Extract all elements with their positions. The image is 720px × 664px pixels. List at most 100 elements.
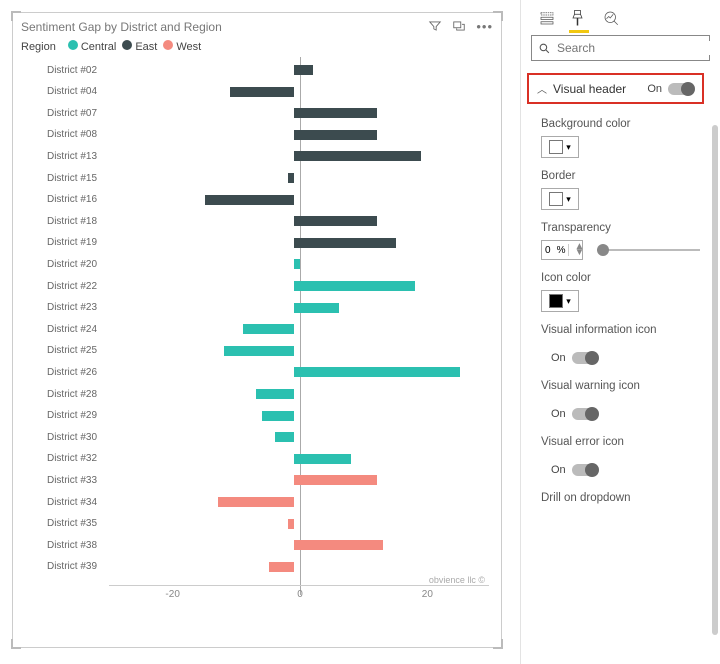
- bar-area: [103, 150, 489, 162]
- search-box[interactable]: [531, 35, 710, 61]
- legend-swatch: [68, 40, 78, 50]
- chart-row: District #38: [13, 536, 489, 554]
- bar-area: [103, 366, 489, 378]
- chart-row: District #34: [13, 493, 489, 511]
- bar[interactable]: [275, 432, 294, 442]
- prop-visual-warning-icon: Visual warning icon: [521, 374, 710, 404]
- bar[interactable]: [294, 130, 377, 140]
- bar[interactable]: [205, 195, 294, 205]
- color-sample: [549, 140, 563, 154]
- slider-knob[interactable]: [597, 244, 609, 256]
- transparency-unit: %: [554, 245, 569, 256]
- scrollbar[interactable]: [712, 125, 718, 635]
- category-label: District #25: [13, 345, 103, 356]
- bar-area: [103, 107, 489, 119]
- background-color-picker[interactable]: ▾: [541, 136, 579, 158]
- chart-row: District #22: [13, 277, 489, 295]
- bar[interactable]: [294, 108, 377, 118]
- axis-tick-label: -20: [165, 589, 179, 600]
- bar[interactable]: [262, 411, 294, 421]
- visual-warn-toggle[interactable]: On: [551, 408, 700, 420]
- prop-label: Visual information icon: [541, 324, 700, 336]
- bar[interactable]: [294, 367, 460, 377]
- visual-header: Sentiment Gap by District and Region •••: [13, 13, 501, 34]
- prop-border: Border ▾: [521, 164, 710, 216]
- bar-area: [103, 431, 489, 443]
- visual-info-toggle[interactable]: On: [551, 352, 700, 364]
- toggle-state: On: [551, 408, 566, 420]
- chart-row: District #13: [13, 147, 489, 165]
- category-label: District #16: [13, 194, 103, 205]
- chart-row: District #26: [13, 363, 489, 381]
- border-color-picker[interactable]: ▾: [541, 188, 579, 210]
- stepper-arrows[interactable]: ▲▼: [568, 244, 589, 256]
- bar-area: [103, 129, 489, 141]
- category-label: District #38: [13, 540, 103, 551]
- bar[interactable]: [294, 540, 383, 550]
- bar[interactable]: [218, 497, 294, 507]
- bar[interactable]: [294, 65, 313, 75]
- bar[interactable]: [288, 173, 294, 183]
- chart-row: District #33: [13, 471, 489, 489]
- visual-header-toggle[interactable]: On: [647, 83, 694, 95]
- prop-label: Visual warning icon: [541, 380, 700, 392]
- visual-container[interactable]: Sentiment Gap by District and Region •••…: [12, 12, 502, 648]
- chart-row: District #02: [13, 61, 489, 79]
- visual-err-toggle[interactable]: On: [551, 464, 700, 476]
- prop-label: Visual error icon: [541, 436, 700, 448]
- category-label: District #15: [13, 173, 103, 184]
- visual-header-section[interactable]: ︿ Visual header On: [527, 73, 704, 104]
- transparency-slider[interactable]: [597, 249, 700, 251]
- bar[interactable]: [230, 87, 294, 97]
- chevron-down-icon: ▾: [566, 142, 571, 153]
- bar[interactable]: [294, 216, 377, 226]
- format-tab[interactable]: [569, 8, 589, 33]
- category-label: District #34: [13, 497, 103, 508]
- prop-visual-info-icon: Visual information icon: [521, 318, 710, 348]
- search-input[interactable]: [557, 41, 712, 55]
- chart-row: District #07: [13, 104, 489, 122]
- bar[interactable]: [294, 238, 396, 248]
- bar-area: [103, 561, 489, 573]
- category-label: District #26: [13, 367, 103, 378]
- chart-row: District #32: [13, 450, 489, 468]
- bar[interactable]: [288, 519, 294, 529]
- bar[interactable]: [294, 259, 300, 269]
- format-pane: ︿ Visual header On Background color ▾ Bo…: [520, 0, 720, 664]
- bar[interactable]: [294, 281, 415, 291]
- bar[interactable]: [243, 324, 294, 334]
- focus-mode-icon[interactable]: [452, 19, 466, 34]
- bar-area: [103, 518, 489, 530]
- bar[interactable]: [294, 454, 351, 464]
- bar-area: [103, 172, 489, 184]
- transparency-value: 0: [542, 245, 554, 256]
- legend-title: Region: [21, 41, 56, 53]
- bar[interactable]: [269, 562, 294, 572]
- filter-icon[interactable]: [428, 19, 442, 34]
- prop-label: Drill on dropdown: [541, 492, 700, 504]
- bar-area: [103, 496, 489, 508]
- chart-row: District #04: [13, 83, 489, 101]
- fields-tab-icon[interactable]: [537, 8, 557, 28]
- copyright-text: obvience llc ©: [429, 575, 485, 585]
- chevron-down-icon: ▾: [566, 296, 571, 307]
- bar[interactable]: [256, 389, 294, 399]
- prop-visual-error-icon: Visual error icon: [521, 430, 710, 460]
- chart-row: District #23: [13, 299, 489, 317]
- bar[interactable]: [294, 151, 421, 161]
- icon-color-picker[interactable]: ▾: [541, 290, 579, 312]
- bar-area: [103, 474, 489, 486]
- analytics-tab-icon[interactable]: [601, 8, 621, 28]
- transparency-input[interactable]: 0 % ▲▼: [541, 240, 583, 260]
- bar[interactable]: [224, 346, 294, 356]
- bar[interactable]: [294, 303, 339, 313]
- bar[interactable]: [294, 475, 377, 485]
- category-label: District #39: [13, 561, 103, 572]
- canvas-pane: Sentiment Gap by District and Region •••…: [0, 0, 520, 664]
- category-label: District #32: [13, 453, 103, 464]
- legend-item-label: Central: [81, 41, 116, 53]
- prop-label: Transparency: [541, 222, 700, 234]
- more-options-icon[interactable]: •••: [476, 19, 493, 34]
- bar-area: [103, 215, 489, 227]
- chart-row: District #35: [13, 515, 489, 533]
